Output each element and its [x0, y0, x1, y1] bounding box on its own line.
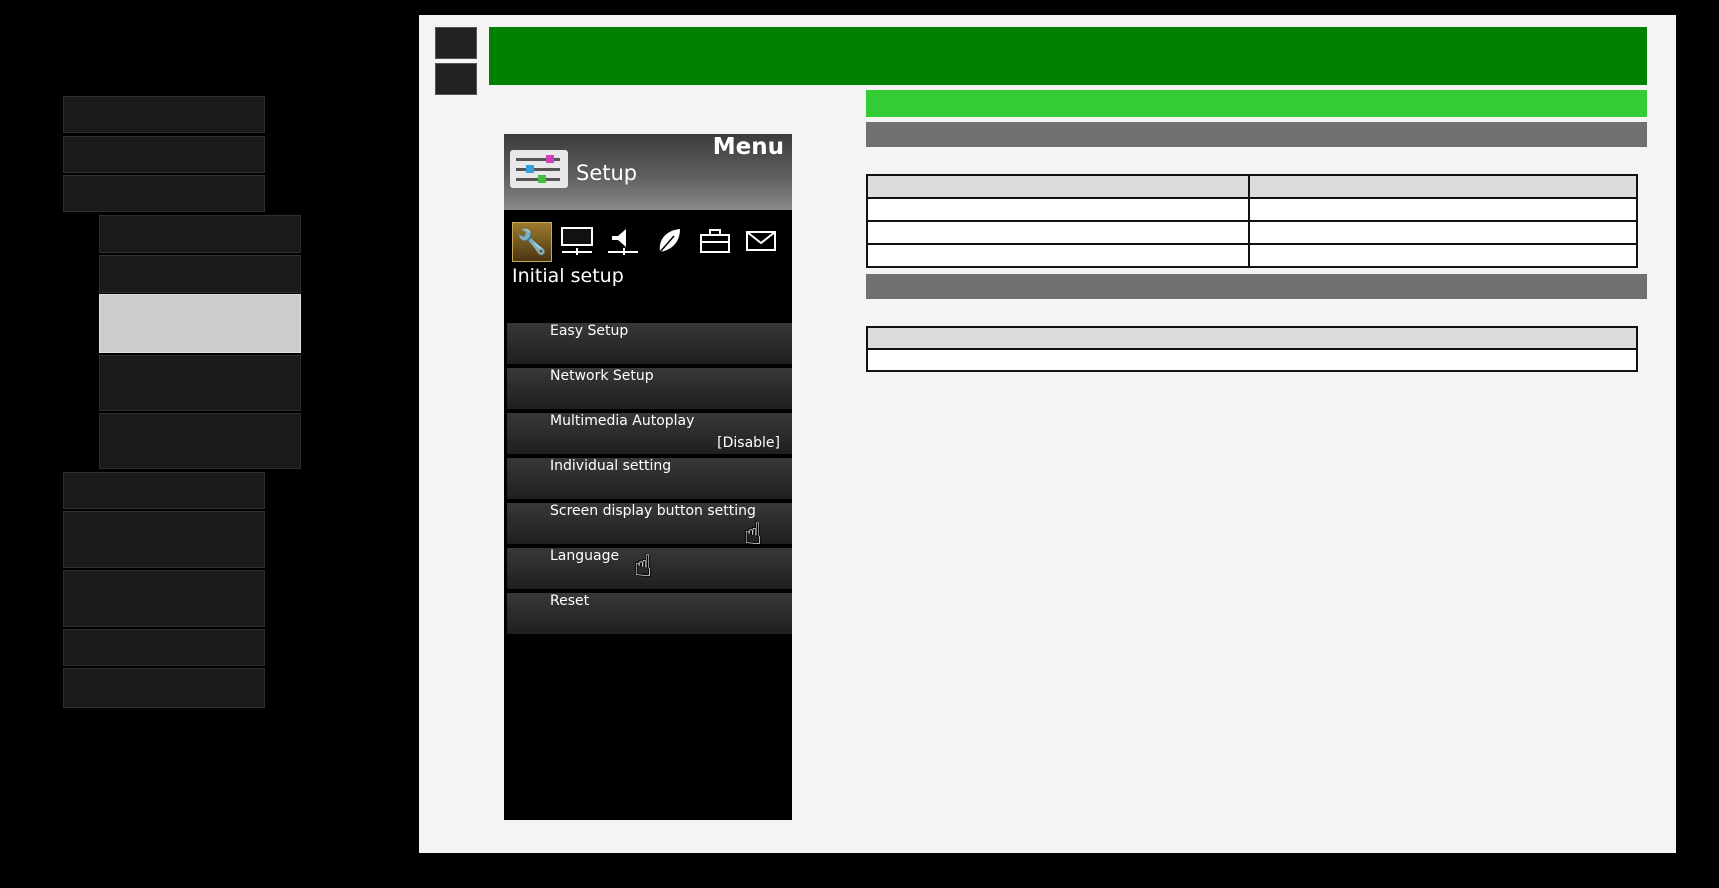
table-1-cell [866, 220, 1250, 245]
right-strip [1676, 15, 1700, 870]
tv-menu-item-reset[interactable]: Reset [507, 591, 792, 634]
tv-menu-item-label: Reset [550, 593, 590, 609]
nav-subitem-2[interactable] [99, 255, 301, 293]
nav-item-2[interactable] [63, 136, 265, 173]
settings-table-2 [866, 326, 1638, 372]
table-1-cell [1248, 197, 1638, 222]
nav-item-1[interactable] [63, 96, 265, 133]
tv-menu-item-label: Language [550, 548, 620, 564]
nav-subitem-3-active[interactable] [99, 294, 301, 353]
toolbox-icon[interactable] [696, 222, 734, 260]
tv-menu-item-network-setup[interactable]: Network Setup [507, 366, 792, 409]
section-bar-2 [866, 274, 1647, 299]
title-banner [489, 27, 1647, 85]
section-bar-1 [866, 122, 1647, 147]
tv-menu-item-label: Network Setup [550, 368, 654, 384]
table-1-cell [866, 197, 1250, 222]
tv-menu-item-label: Easy Setup [550, 323, 629, 339]
table-1-cell [866, 243, 1250, 268]
tv-section-label: Initial setup [512, 265, 624, 287]
tv-menu-item-easy-setup[interactable]: Easy Setup [507, 321, 792, 364]
side-button-top[interactable] [435, 27, 477, 59]
nav-item-4[interactable] [63, 472, 265, 509]
tv-menu-item-value: [Disable] [717, 435, 780, 451]
settings-table-1 [866, 174, 1638, 268]
bottom-bar [422, 853, 1676, 870]
tv-menu-label: Menu [712, 134, 784, 160]
nav-subitem-1[interactable] [99, 215, 301, 253]
tv-menu-item-label: Screen display button setting [550, 503, 756, 519]
monitor-icon[interactable] [558, 222, 596, 260]
leaf-icon[interactable] [650, 222, 688, 260]
table-1-header-cell [1248, 174, 1638, 199]
nav-item-8[interactable] [63, 668, 265, 708]
tv-menu-item-individual-setting[interactable]: Individual setting [507, 456, 792, 499]
pointing-hand-icon: ☝ [634, 549, 653, 584]
tv-menu-header: Menu Setup [504, 134, 792, 210]
nav-item-7[interactable] [63, 629, 265, 666]
sub-banner [866, 90, 1647, 117]
nav-item-6[interactable] [63, 570, 265, 627]
table-1-cell [1248, 220, 1638, 245]
speaker-icon[interactable] [604, 222, 642, 260]
tv-menu-item-label: Multimedia Autoplay [550, 413, 695, 429]
pointing-hand-icon: ☝ [744, 517, 763, 552]
tv-menu-item-multimedia-autoplay[interactable]: Multimedia Autoplay [Disable] [507, 411, 792, 454]
nav-subitem-5[interactable] [99, 413, 301, 469]
nav-item-3[interactable] [63, 175, 265, 212]
table-1-header-cell [866, 174, 1250, 199]
setup-sliders-icon [510, 150, 568, 188]
wrench-icon[interactable]: 🔧 [512, 222, 552, 262]
side-button-bottom[interactable] [435, 63, 477, 95]
table-2-header-cell [866, 326, 1638, 350]
tv-setup-label: Setup [576, 161, 638, 185]
nav-subitem-4[interactable] [99, 355, 301, 411]
tv-menu-item-label: Individual setting [550, 458, 672, 474]
nav-item-5[interactable] [63, 511, 265, 568]
table-2-cell [866, 348, 1638, 372]
table-1-cell [1248, 243, 1638, 268]
envelope-icon[interactable] [742, 222, 780, 260]
tv-menu-screenshot: Menu Setup 🔧 Initial setup Easy Setup Ne… [504, 134, 792, 820]
